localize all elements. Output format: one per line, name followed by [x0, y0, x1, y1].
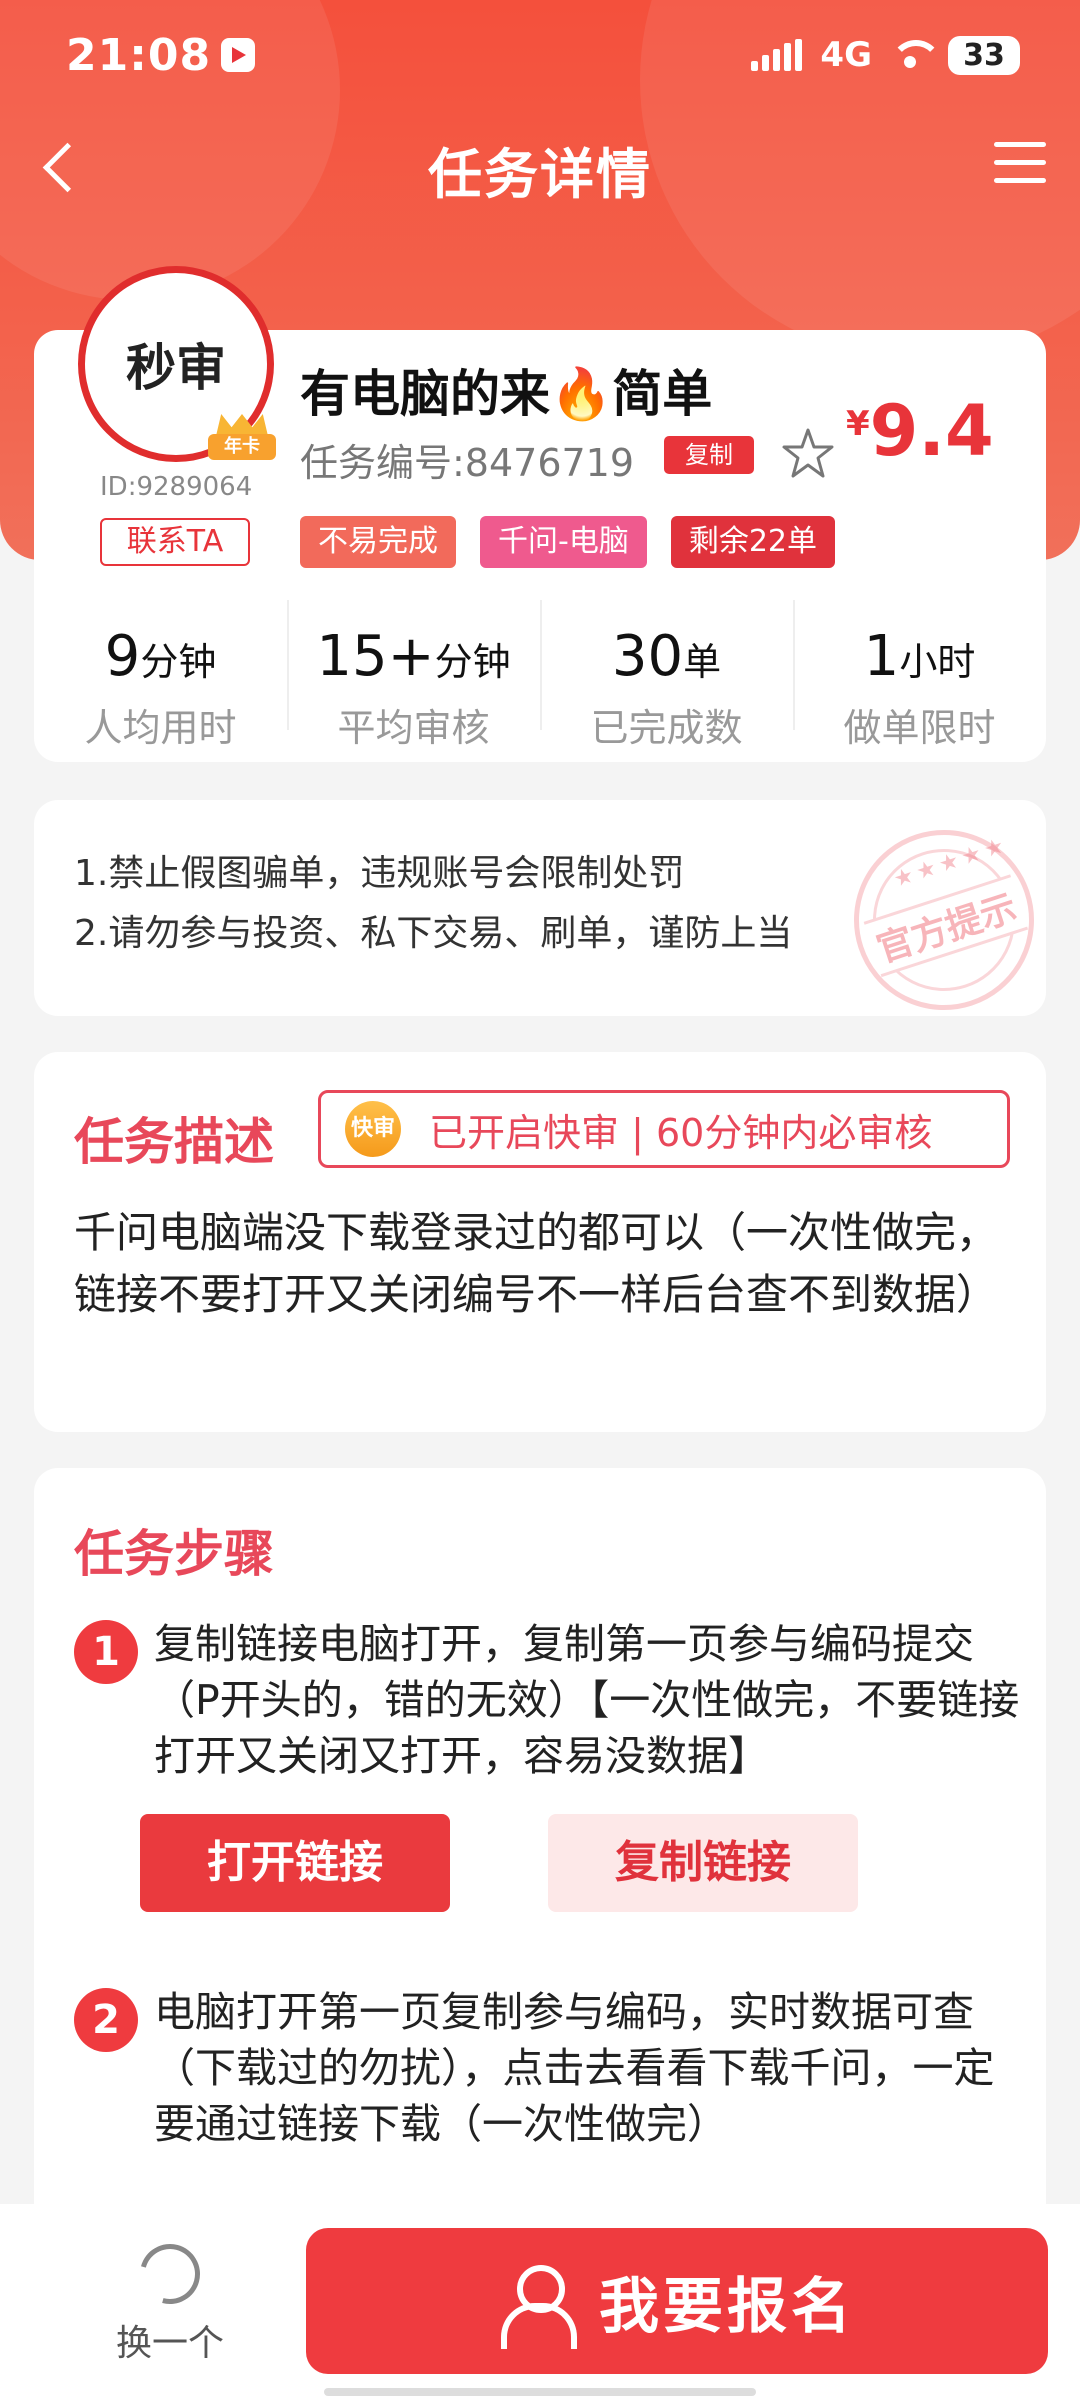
- stat-value: 1: [863, 624, 900, 689]
- open-link-button[interactable]: 打开链接: [140, 1814, 450, 1912]
- notice-card: 1.禁止假图骗单，违规账号会限制处罚 2.请勿参与投资、私下交易、刷单，谨防上当…: [34, 800, 1058, 1034]
- tag-category: 千问-电脑: [480, 516, 647, 568]
- user-id: ID:9289064: [100, 472, 253, 502]
- notice-line: 2.请勿参与投资、私下交易、刷单，谨防上当: [74, 913, 793, 954]
- steps-card: 任务步骤 1 复制链接电脑打开，复制第一页参与编码提交（P开头的，错的无效）【一…: [34, 1468, 1046, 2208]
- price-currency: ¥: [846, 404, 870, 444]
- stat-unit: 分钟: [434, 640, 511, 684]
- task-tags: 不易完成 千问-电脑 剩余22单: [300, 516, 836, 568]
- page-title: 任务详情: [428, 143, 652, 206]
- tag-remaining: 剩余22单: [670, 516, 836, 568]
- fire-icon: 🔥: [550, 365, 613, 423]
- step-text: 复制链接电脑打开，复制第一页参与编码提交（P开头的，错的无效）【一次性做完，不要…: [154, 1620, 1020, 1780]
- description-card: 任务描述 快审 已开启快审 | 60分钟内必审核 千问电脑端没下载登录过的都可以…: [34, 1052, 1046, 1432]
- signal-icon: [751, 39, 803, 71]
- status-time: 21:08: [66, 29, 212, 81]
- crown-icon: 年卡: [208, 414, 276, 462]
- official-stamp: ★★★★★ 官方提示: [830, 806, 1058, 1034]
- section-title: 任务步骤: [74, 1525, 274, 1583]
- task-title-text: 有电脑的来: [300, 365, 550, 423]
- task-title-suffix: 简单: [612, 365, 713, 423]
- app-notification-icon: [221, 38, 256, 72]
- stat-unit: 单: [683, 640, 722, 684]
- reward-price: ¥9.4: [846, 390, 994, 472]
- stat-value: 9: [104, 624, 141, 689]
- home-indicator[interactable]: [324, 2388, 756, 2396]
- fast-review-badge: 快审: [345, 1101, 401, 1157]
- copy-task-number-button[interactable]: 复制: [664, 436, 754, 474]
- wifi-icon: [890, 40, 942, 70]
- stat-value: 15+: [316, 624, 435, 689]
- notice-line: 1.禁止假图骗单，违规账号会限制处罚: [74, 853, 685, 894]
- stat-completed: 30单 已完成数: [540, 600, 793, 750]
- section-title: 任务描述: [74, 1113, 274, 1171]
- notice-text: 1.禁止假图骗单，违规账号会限制处罚 2.请勿参与投资、私下交易、刷单，谨防上当: [74, 844, 894, 964]
- signup-button[interactable]: 我要报名: [306, 2228, 1048, 2374]
- stat-time-limit: 1小时 做单限时: [793, 600, 1046, 750]
- price-value: 9.4: [869, 390, 994, 472]
- copy-link-button[interactable]: 复制链接: [548, 1814, 858, 1912]
- network-label: 4G: [820, 35, 872, 75]
- stat-label: 做单限时: [843, 706, 996, 750]
- signup-label: 我要报名: [599, 2271, 855, 2342]
- stat-label: 平均审核: [337, 706, 490, 750]
- menu-icon[interactable]: [994, 142, 1046, 188]
- battery-indicator: 33: [948, 35, 1020, 75]
- stat-label: 人均用时: [84, 706, 237, 750]
- crown-label: 年卡: [208, 434, 276, 460]
- swap-label: 换一个: [115, 2323, 224, 2364]
- task-title: 有电脑的来🔥简单: [300, 354, 712, 426]
- contact-button[interactable]: 联系TA: [100, 518, 250, 566]
- swap-button[interactable]: 换一个: [100, 2233, 240, 2366]
- stat-avg-time: 9分钟 人均用时: [34, 600, 287, 750]
- stat-unit: 小时: [899, 640, 976, 684]
- step-item: 2 电脑打开第一页复制参与编码，实时数据可查（下载过的勿扰），点击去看看下载千问…: [74, 1984, 1024, 2152]
- star-icon[interactable]: [780, 426, 836, 482]
- step-number: 1: [74, 1620, 138, 1684]
- step-text: 电脑打开第一页复制参与编码，实时数据可查（下载过的勿扰），点击去看看下载千问，一…: [154, 1988, 995, 2148]
- fast-review-banner: 快审 已开启快审 | 60分钟内必审核: [318, 1090, 1010, 1168]
- step-item: 1 复制链接电脑打开，复制第一页参与编码提交（P开头的，错的无效）【一次性做完，…: [74, 1616, 1024, 1784]
- stat-label: 已完成数: [590, 706, 743, 750]
- refresh-icon: [129, 2233, 211, 2315]
- stat-unit: 分钟: [140, 640, 217, 684]
- status-bar: 21:08 4G 33: [0, 0, 1080, 110]
- tag-difficulty: 不易完成: [300, 516, 456, 568]
- stamp-text: 官方提示: [863, 874, 1029, 978]
- task-stats: 9分钟 人均用时 15+分钟 平均审核 30单 已完成数 1小时 做单限时: [34, 600, 1046, 750]
- fast-review-text: 已开启快审 | 60分钟内必审核: [429, 1110, 933, 1155]
- stat-value: 30: [611, 624, 684, 689]
- bottom-action-bar: 换一个 我要报名: [0, 2204, 1080, 2400]
- description-text: 千问电脑端没下载登录过的都可以（一次性做完，链接不要打开又关闭编号不一样后台查不…: [74, 1208, 999, 1319]
- nav-bar: 任务详情: [0, 110, 1080, 220]
- task-number: 任务编号:8476719: [300, 441, 635, 485]
- step-number: 2: [74, 1988, 138, 2052]
- stat-avg-review: 15+分钟 平均审核: [287, 600, 540, 750]
- person-icon: [499, 2265, 577, 2349]
